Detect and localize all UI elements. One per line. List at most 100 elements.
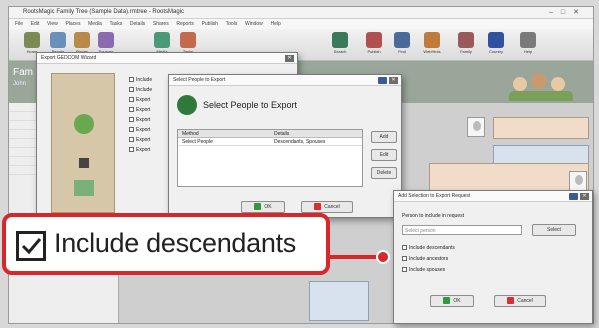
table-header[interactable]: Details: [274, 131, 289, 137]
flag-icon: [488, 32, 504, 48]
add-button[interactable]: Add: [371, 131, 397, 143]
people-icon: [177, 95, 197, 115]
toolbar-label: Family: [460, 49, 472, 54]
x-icon: [314, 203, 322, 211]
export-option[interactable]: Export: [129, 125, 152, 135]
table-header[interactable]: Method: [182, 131, 199, 137]
person-field[interactable]: Select person: [402, 225, 522, 235]
places-icon: [74, 32, 90, 48]
close-icon[interactable]: ✕: [389, 77, 398, 84]
toolbar-button-find[interactable]: Find: [389, 32, 415, 58]
add-selection-dialog: Add Selection to Export Request ✕ Person…: [393, 190, 593, 324]
export-option[interactable]: Export: [129, 145, 152, 155]
media-icon: [154, 32, 170, 48]
menu-details[interactable]: Details: [130, 19, 145, 29]
person-box-icon: [74, 180, 94, 196]
export-dialog-title: Export GEDCOM Wizard: [37, 53, 297, 64]
menu-window[interactable]: Window: [245, 19, 263, 29]
select-dialog-heading: Select People to Export: [203, 100, 298, 110]
select-button[interactable]: Select: [532, 224, 576, 236]
toolbar-button-family[interactable]: Family: [453, 32, 479, 58]
person-card[interactable]: [493, 117, 589, 139]
selection-dialog-title: Add Selection to Export Request: [394, 191, 592, 202]
menu-places[interactable]: Places: [65, 19, 80, 29]
app-title: RootsMagic Family Tree (Sample Data).rmt…: [23, 9, 185, 15]
table-row[interactable]: Select People Descendants, Spouses: [178, 138, 362, 146]
help-icon[interactable]: [569, 193, 578, 200]
people-icon: [50, 32, 66, 48]
cancel-button[interactable]: Cancel: [494, 295, 546, 307]
selection-prompt: Person to include in request: [402, 213, 464, 219]
close-icon[interactable]: ✕: [285, 55, 294, 62]
menu-reports[interactable]: Reports: [176, 19, 194, 29]
toolbar-label: Publish: [367, 49, 381, 54]
person-card[interactable]: [309, 281, 369, 321]
menu-media[interactable]: Media: [88, 19, 102, 29]
publish-icon: [366, 32, 382, 48]
menu-tasks[interactable]: Tasks: [109, 19, 122, 29]
selection-table: Method Details Select People Descendants…: [177, 129, 363, 187]
help-icon: [520, 32, 536, 48]
menu-shares[interactable]: Shares: [153, 19, 169, 29]
include-descendants-checkbox[interactable]: Include descendants: [402, 243, 455, 254]
search-icon: [332, 32, 348, 48]
export-option[interactable]: Include: [129, 85, 152, 95]
menu-view[interactable]: View: [47, 19, 58, 29]
export-option[interactable]: Export: [129, 135, 152, 145]
toolbar-label: Country: [488, 49, 503, 54]
close-icon[interactable]: ✕: [580, 193, 589, 200]
person-photo-icon: [569, 171, 587, 191]
menu-tools[interactable]: Tools: [226, 19, 238, 29]
edit-button[interactable]: Edit: [371, 149, 397, 161]
toolbar-button-publish[interactable]: Publish: [361, 32, 387, 58]
tasks-icon: [180, 32, 196, 48]
toolbar-label: Help: [523, 49, 533, 54]
menu-bar: File Edit View Places Media Tasks Detail…: [9, 19, 593, 29]
toolbar-button-search[interactable]: Search: [327, 32, 353, 58]
menu-publish[interactable]: Publish: [202, 19, 218, 29]
help-icon[interactable]: [378, 77, 387, 84]
tree-icon: [74, 114, 94, 134]
check-icon: [443, 297, 451, 305]
title-bar: RootsMagic Family Tree (Sample Data).rmt…: [9, 7, 593, 19]
include-descendants-callout: Include descendants: [2, 213, 330, 275]
check-icon: [254, 203, 262, 211]
toolbar-label: Search: [333, 49, 347, 54]
export-option[interactable]: Export: [129, 105, 152, 115]
toolbar-label: Find: [398, 49, 406, 54]
export-option[interactable]: Export: [129, 95, 152, 105]
export-option[interactable]: Include: [129, 75, 152, 85]
banner-subtitle: John: [13, 81, 27, 87]
ok-button[interactable]: OK: [430, 295, 474, 307]
window-controls[interactable]: –□✕: [549, 8, 587, 16]
find-icon: [394, 32, 410, 48]
toolbar-label: WebHints: [423, 49, 441, 54]
export-option[interactable]: Export: [129, 115, 152, 125]
callout-label: Include descendants: [54, 228, 296, 258]
family-icon: [458, 32, 474, 48]
toolbar-button-help[interactable]: Help: [515, 32, 541, 58]
toolbar-button-country[interactable]: Country: [483, 32, 509, 58]
person-photo-icon: [467, 117, 485, 137]
family-photo-icon: [509, 69, 579, 101]
webhints-icon: [424, 32, 440, 48]
x-icon: [507, 297, 515, 305]
delete-button[interactable]: Delete: [371, 167, 397, 179]
home-icon: [24, 32, 40, 48]
toolbar-button-webhints[interactable]: WebHints: [419, 32, 445, 58]
select-dialog-title: Select People to Export: [169, 75, 401, 86]
menu-file[interactable]: File: [15, 19, 23, 29]
arrow-icon: [79, 158, 89, 168]
cancel-button[interactable]: Cancel: [301, 201, 353, 213]
callout-dot: [376, 250, 390, 264]
tree-diagram: [51, 73, 115, 213]
include-ancestors-checkbox[interactable]: Include ancestors: [402, 254, 455, 265]
ok-button[interactable]: OK: [241, 201, 285, 213]
include-spouses-checkbox[interactable]: Include spouses: [402, 265, 455, 276]
menu-edit[interactable]: Edit: [31, 19, 40, 29]
select-people-dialog: Select People to Export ✕ Select People …: [168, 74, 402, 218]
table-cell: Descendants, Spouses: [274, 139, 326, 145]
sources-icon: [98, 32, 114, 48]
checkbox-checked-icon[interactable]: [16, 231, 46, 261]
menu-help[interactable]: Help: [270, 19, 280, 29]
